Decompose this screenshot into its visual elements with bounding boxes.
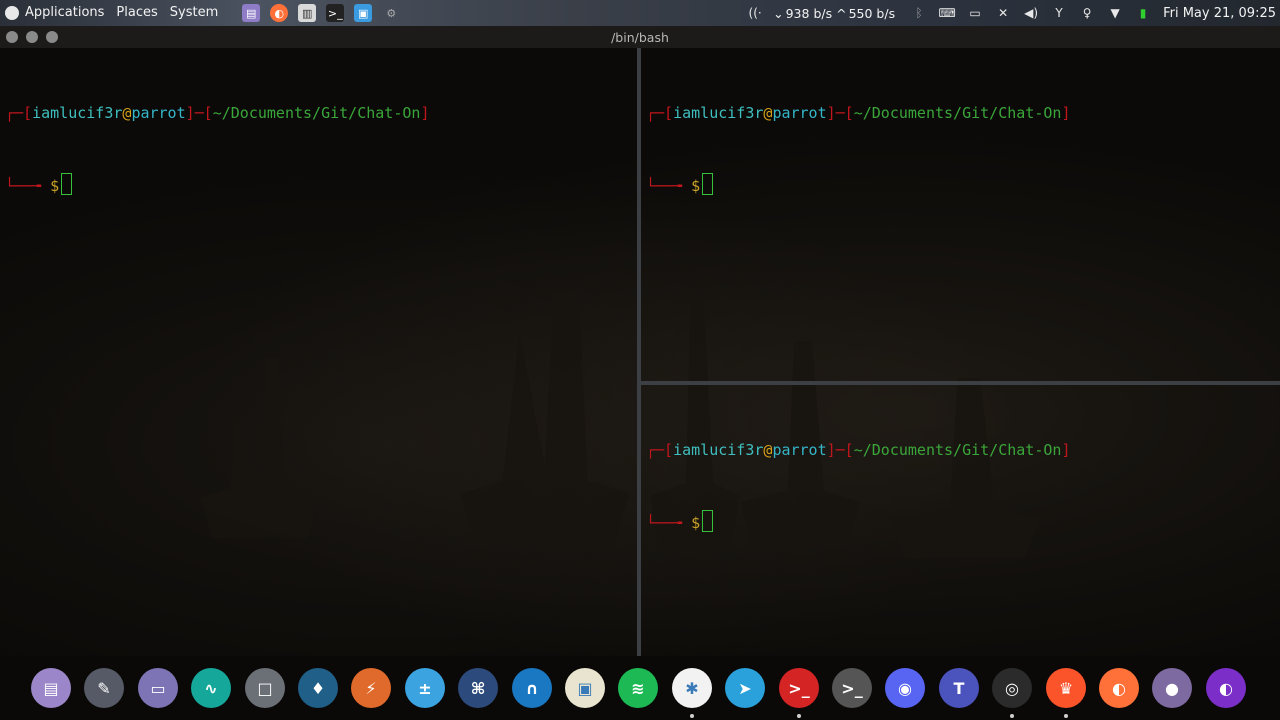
dock: ▤ ✎ ▭ ∿ □ ♦ ⚡ ± ⌘ ∩ ▣ ≋ ✱ ➤ >_ >_ ◉ T ◎ ♛ ◐ ● ◐ bbox=[0, 656, 1280, 720]
terminal-area: ┌─[iamlucif3r@parrot]─[~/Documents/Git/C… bbox=[0, 48, 1280, 656]
minimize-window-button[interactable] bbox=[26, 31, 38, 43]
screen-recorder-dock-icon[interactable]: ✎ bbox=[84, 668, 124, 708]
text-cursor bbox=[702, 173, 714, 195]
download-arrow-icon: ⌄ bbox=[773, 5, 784, 21]
telegram-dock-icon[interactable]: ➤ bbox=[725, 668, 765, 708]
virtual-box-dock-icon[interactable]: □ bbox=[245, 668, 285, 708]
bluetooth-icon[interactable]: ᛒ bbox=[911, 5, 927, 21]
text-editor-dock-icon[interactable]: ▤ bbox=[31, 668, 71, 708]
wifi-icon[interactable]: ▼ bbox=[1107, 5, 1123, 21]
prompt-path: ~/Documents/Git/Chat-On bbox=[212, 104, 421, 122]
prompt-path: ~/Documents/Git/Chat-On bbox=[853, 104, 1062, 122]
terminal-dock-icon[interactable]: >_ bbox=[832, 668, 872, 708]
clock[interactable]: Fri May 21, 09:25 bbox=[1163, 6, 1276, 21]
text-cursor bbox=[702, 510, 714, 532]
vpn-icon[interactable]: Y bbox=[1051, 5, 1067, 21]
display-icon[interactable]: ▭ bbox=[967, 5, 983, 21]
window-titlebar[interactable]: /bin/bash bbox=[0, 26, 1280, 48]
terminal-pane-left[interactable]: ┌─[iamlucif3r@parrot]─[~/Documents/Git/C… bbox=[0, 48, 637, 656]
firefox-launcher-icon[interactable]: ◐ bbox=[270, 4, 289, 22]
running-indicator bbox=[797, 714, 801, 718]
burpsuite-dock-icon[interactable]: ⚡ bbox=[351, 668, 391, 708]
lightbulb-icon[interactable]: ♀ bbox=[1079, 5, 1095, 21]
network-activity-icon: ((· bbox=[748, 6, 762, 20]
tilix-dock-icon[interactable]: >_ bbox=[779, 668, 819, 708]
prompt: ┌─[iamlucif3r@parrot]─[~/Documents/Git/C… bbox=[5, 104, 430, 195]
close-window-button[interactable] bbox=[6, 31, 18, 43]
net-up-speed: 550 b/s bbox=[848, 5, 896, 21]
settings-launcher-icon[interactable]: ⚙ bbox=[382, 4, 400, 22]
prompt-user: iamlucif3r bbox=[673, 104, 764, 122]
discord-dock-icon[interactable]: ◉ bbox=[885, 668, 925, 708]
upload-arrow-icon: ^ bbox=[836, 5, 847, 21]
volume-icon[interactable]: ◀) bbox=[1023, 5, 1039, 21]
prompt-user: iamlucif3r bbox=[673, 441, 764, 459]
system-monitor-dock-icon[interactable]: ∿ bbox=[191, 668, 231, 708]
file-manager-launcher-icon[interactable]: ▥ bbox=[298, 4, 317, 22]
mic-muted-icon[interactable]: ✕ bbox=[995, 5, 1011, 21]
places-menu[interactable]: Places bbox=[110, 0, 163, 26]
system-menu[interactable]: System bbox=[164, 0, 224, 26]
brave-dock-icon[interactable]: ♛ bbox=[1046, 668, 1086, 708]
calculator-dock-icon[interactable]: ± bbox=[405, 668, 445, 708]
keyboard-icon[interactable]: ⌨ bbox=[938, 5, 955, 21]
prompt-host: parrot bbox=[131, 104, 186, 122]
prompt: ┌─[iamlucif3r@parrot]─[~/Documents/Git/C… bbox=[646, 104, 1071, 195]
screenshot-launcher-icon[interactable]: ▣ bbox=[354, 4, 373, 22]
text-cursor bbox=[61, 173, 73, 195]
battery-icon[interactable]: ▮ bbox=[1135, 5, 1151, 21]
network-spy-dock-icon[interactable]: ♦ bbox=[298, 668, 338, 708]
prompt-user: iamlucif3r bbox=[32, 104, 123, 122]
terminal-pane-bottom-right[interactable]: ┌─[iamlucif3r@parrot]─[~/Documents/Git/C… bbox=[641, 385, 1280, 656]
terminal-launcher-icon[interactable]: >_ bbox=[326, 4, 345, 22]
running-indicator bbox=[690, 714, 694, 718]
terminal-pane-top-right[interactable]: ┌─[iamlucif3r@parrot]─[~/Documents/Git/C… bbox=[641, 48, 1280, 381]
maltego-dock-icon[interactable]: ✱ bbox=[672, 668, 712, 708]
firefox-nightly-dock-icon[interactable]: ◐ bbox=[1206, 668, 1246, 708]
running-indicator bbox=[1064, 714, 1068, 718]
applications-menu[interactable]: Applications bbox=[19, 0, 110, 26]
teams-dock-icon[interactable]: T bbox=[939, 668, 979, 708]
tor-browser-dock-icon[interactable]: ● bbox=[1152, 668, 1192, 708]
text-editor-launcher-icon[interactable]: ▤ bbox=[242, 4, 261, 22]
files-dock-icon[interactable]: ▭ bbox=[138, 668, 178, 708]
system-tray: ((· ⌄ 938 b/s ^ 550 b/s ᛒ ⌨ ▭ ✕ ◀) Y ♀ ▼… bbox=[741, 0, 1280, 26]
screenshot-dock-icon[interactable]: ▣ bbox=[565, 668, 605, 708]
parrot-logo-icon[interactable] bbox=[5, 6, 19, 20]
running-indicator bbox=[1010, 714, 1014, 718]
prompt-host: parrot bbox=[772, 441, 827, 459]
prompt: ┌─[iamlucif3r@parrot]─[~/Documents/Git/C… bbox=[646, 441, 1071, 532]
window-title: /bin/bash bbox=[611, 29, 669, 45]
wireshark-dock-icon[interactable]: ∩ bbox=[512, 668, 552, 708]
hex-editor-dock-icon[interactable]: ⌘ bbox=[458, 668, 498, 708]
prompt-path: ~/Documents/Git/Chat-On bbox=[853, 441, 1062, 459]
obs-studio-dock-icon[interactable]: ◎ bbox=[992, 668, 1032, 708]
prompt-host: parrot bbox=[772, 104, 827, 122]
spotify-dock-icon[interactable]: ≋ bbox=[618, 668, 658, 708]
net-down-speed: 938 b/s bbox=[785, 5, 833, 21]
firefox-dock-icon[interactable]: ◐ bbox=[1099, 668, 1139, 708]
top-panel: Applications Places System ▤ ◐ ▥ >_ ▣ ⚙ … bbox=[0, 0, 1280, 26]
maximize-window-button[interactable] bbox=[46, 31, 58, 43]
